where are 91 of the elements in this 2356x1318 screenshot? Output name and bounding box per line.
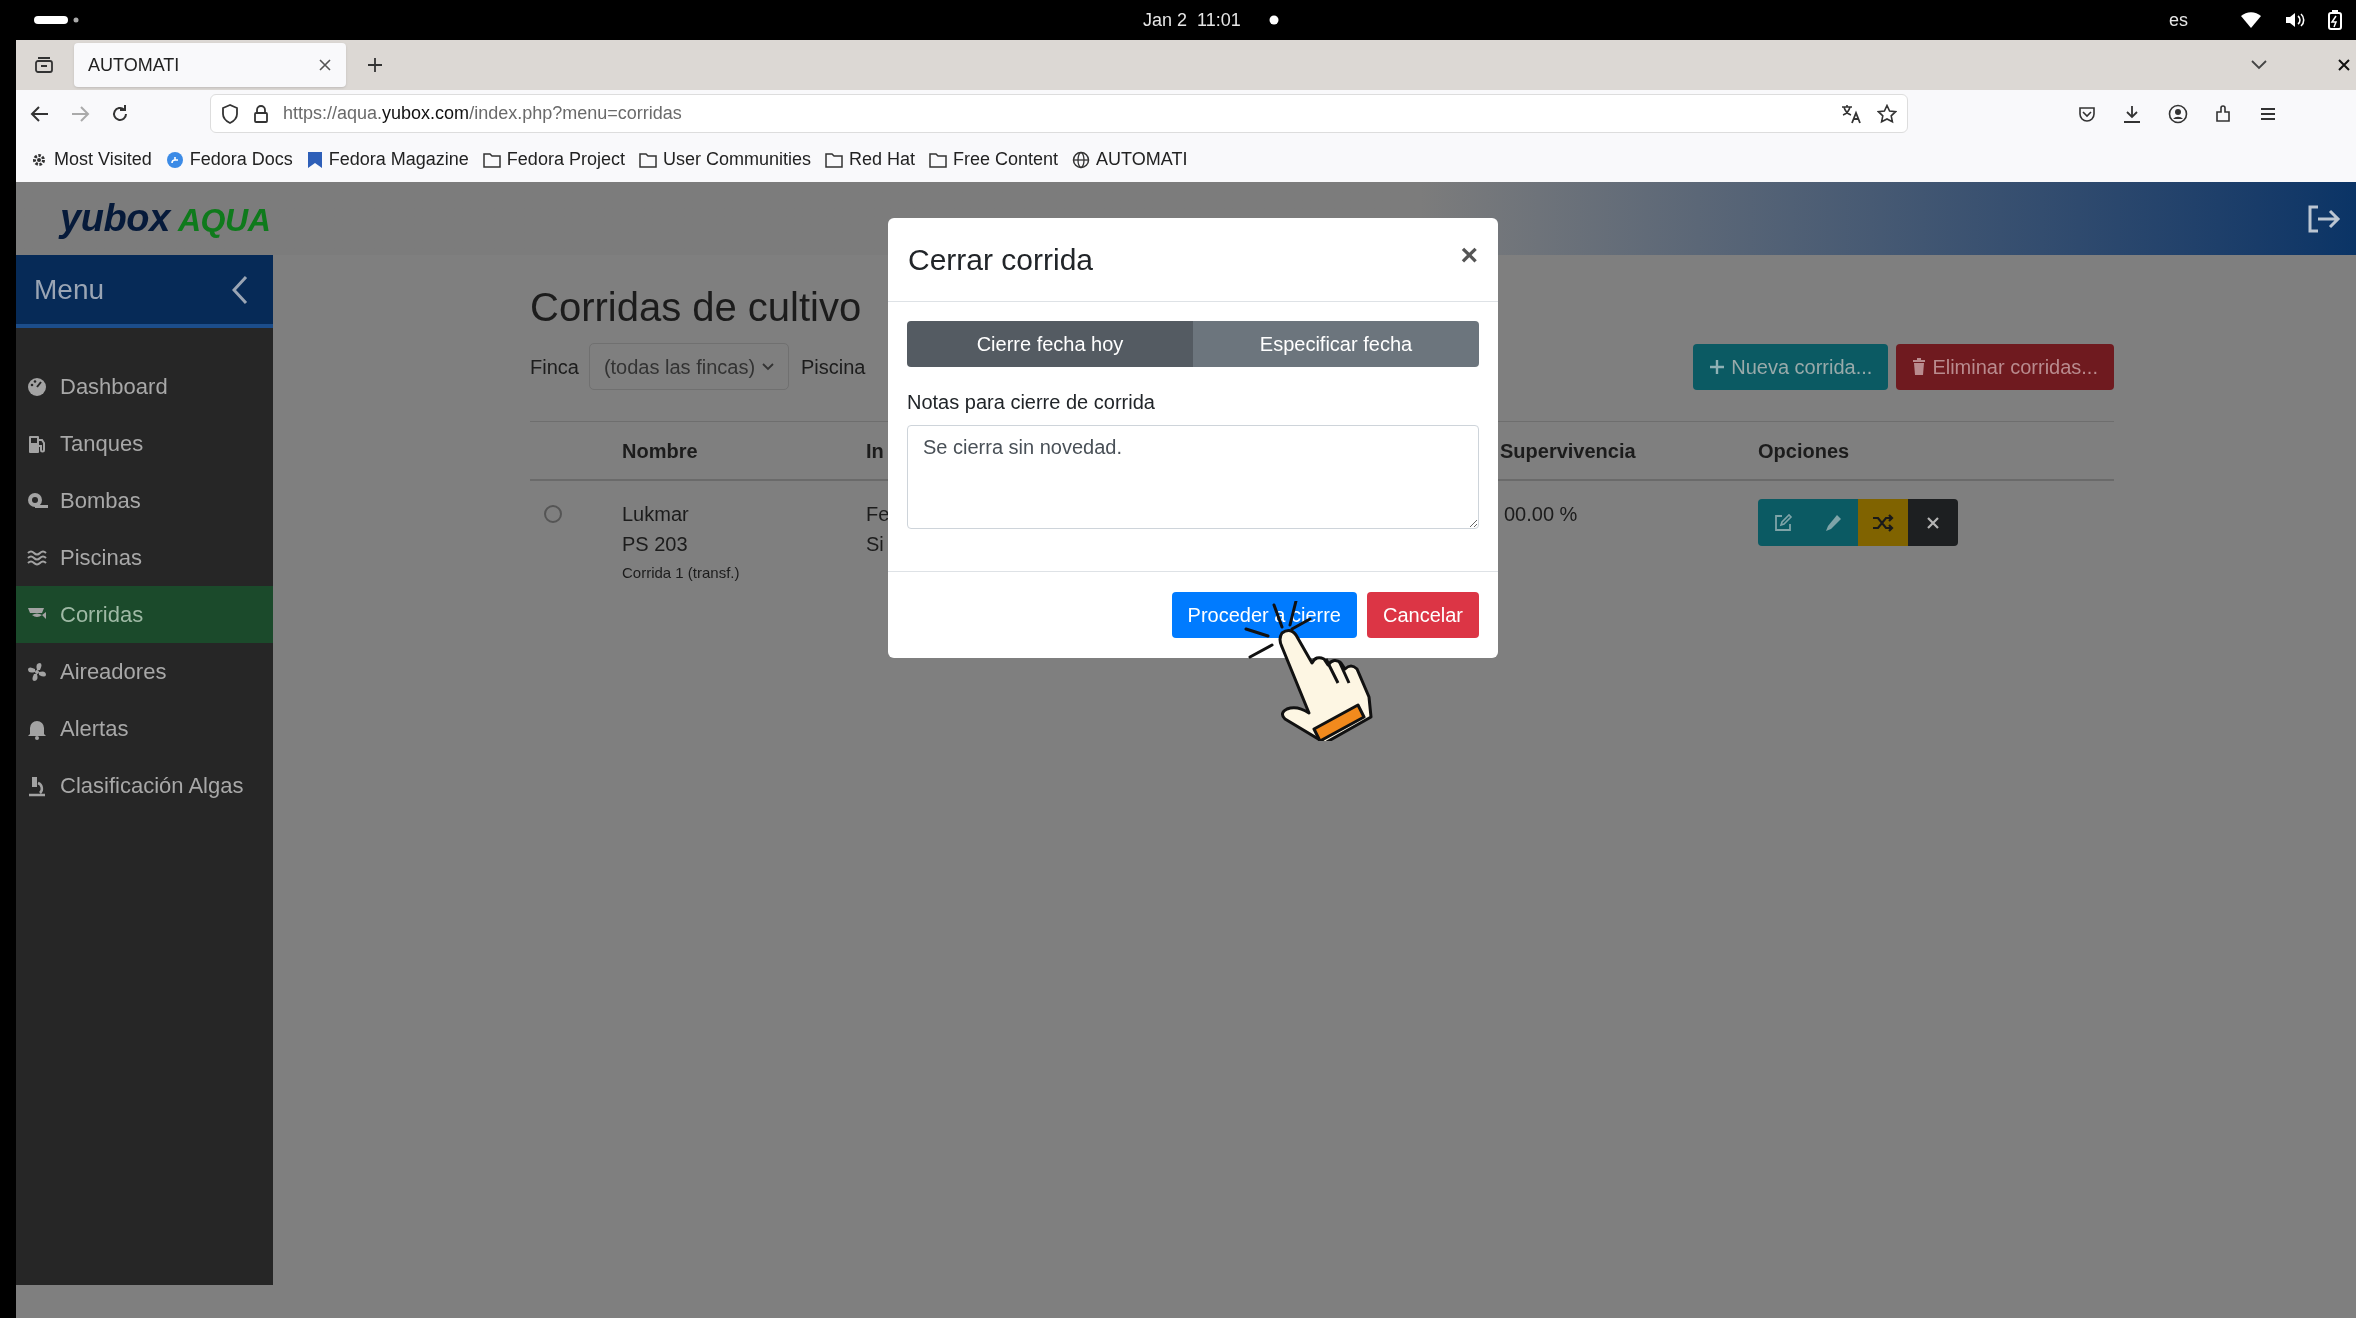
back-arrow-icon: [30, 104, 50, 123]
table-cell-text: Fe: [866, 502, 890, 527]
circle-icon: [165, 150, 184, 169]
url-text: https://aqua.yubox.com/index.php?menu=corridas: [283, 102, 683, 125]
edit-icon: [1773, 512, 1793, 533]
wifi-icon: [2240, 11, 2262, 29]
logout-icon: [2306, 203, 2342, 234]
gauge-icon: [26, 375, 48, 398]
translate-icon: [1841, 103, 1863, 124]
bookmark-item[interactable]: Free Content: [929, 143, 1059, 176]
filter-label: Piscina: [800, 354, 866, 380]
close-icon: [2338, 59, 2350, 71]
row-radio[interactable]: [544, 505, 562, 523]
account-icon: [2168, 103, 2188, 124]
table-cell-text: PS 203: [622, 532, 688, 557]
dialog-title: Cerrar corrida: [908, 242, 1095, 278]
fan-icon: [26, 660, 48, 683]
app-logo[interactable]: yubox AQUA: [60, 190, 271, 247]
date-option-tab[interactable]: Cierre fecha hoy: [907, 321, 1193, 367]
delete-runs-button[interactable]: Eliminar corridas...: [1896, 343, 2114, 390]
tab-list-icon: [34, 56, 54, 74]
bookmark-item[interactable]: Most Visited: [30, 143, 152, 176]
folder-icon: [824, 151, 843, 168]
filter-label: Finca: [530, 354, 579, 380]
sidebar-item[interactable]: Clasificación Algas: [16, 757, 273, 814]
pocket-icon: [2078, 104, 2096, 123]
notes-field[interactable]: Se cierra sin novedad.: [907, 425, 1479, 529]
chevron-down-icon: [2250, 59, 2268, 71]
microscope-icon: [26, 774, 48, 797]
sidebar-item[interactable]: Alertas: [16, 700, 273, 757]
folder-icon: [929, 151, 947, 168]
shuffle-icon: [1872, 513, 1894, 532]
plus-icon: [1709, 358, 1726, 375]
globe-icon: [1072, 150, 1091, 169]
bookmark-icon: [306, 150, 323, 169]
close-button[interactable]: ×: [1460, 239, 1478, 270]
clock-date[interactable]: Jan 2: [1143, 6, 1188, 34]
menu-icon: [2260, 106, 2276, 121]
pencil-icon: [1823, 512, 1843, 533]
trash-icon: [1912, 357, 1927, 376]
folder-icon: [482, 151, 501, 168]
notes-label: Notas para cierre de corrida: [907, 390, 1156, 415]
column-header: Opciones: [1758, 439, 1850, 462]
sidebar-item[interactable]: Piscinas: [16, 529, 273, 586]
date-option-tab[interactable]: Especificar fecha: [1193, 321, 1479, 367]
reload-icon: [110, 103, 130, 124]
bookmark-item[interactable]: User Communities: [638, 143, 811, 176]
bookmark-item[interactable]: AUTOMATI: [1072, 143, 1188, 176]
transfer-button[interactable]: [1858, 499, 1908, 546]
address-bar[interactable]: https://aqua.yubox.com/index.php?menu=corridas: [210, 94, 1908, 133]
battery-icon: [2328, 10, 2342, 30]
column-header: In: [866, 439, 884, 462]
lock-icon: [253, 103, 269, 124]
keyboard-language[interactable]: es: [2169, 6, 2188, 34]
column-header: Nombre: [622, 439, 698, 462]
table-cell-text: Si: [866, 532, 884, 557]
volume-icon: [2284, 11, 2306, 29]
forward-arrow-icon: [70, 104, 90, 123]
menu-title: Menu: [34, 272, 106, 307]
bookmark-item[interactable]: Fedora Docs: [165, 143, 293, 176]
activities-icon: [34, 15, 80, 25]
edit-button[interactable]: [1758, 499, 1808, 546]
star-icon: [1877, 103, 1897, 124]
plus-icon: [367, 57, 383, 73]
download-icon: [2122, 103, 2142, 124]
sidebar-item[interactable]: Corridas: [16, 586, 273, 643]
chevron-left-icon: [232, 274, 248, 305]
delete-button[interactable]: [1908, 499, 1958, 546]
tool-button[interactable]: [1808, 499, 1858, 546]
tab-title: AUTOMATI: [88, 53, 181, 77]
bookmark-item[interactable]: Fedora Project: [482, 143, 625, 176]
caret-icon: [761, 362, 774, 371]
bookmark-item[interactable]: Red Hat: [824, 143, 915, 176]
close-icon: [1926, 515, 1940, 530]
sidebar-item[interactable]: Bombas: [16, 472, 273, 529]
table-cell: 00.00 %: [1504, 503, 1578, 525]
sidebar-item[interactable]: Aireadores: [16, 643, 273, 700]
close-icon: [318, 58, 332, 72]
sidebar-item[interactable]: Tanques: [16, 415, 273, 472]
page-title: Corridas de cultivo: [530, 284, 863, 331]
notification-dot-icon: [1268, 15, 1279, 25]
clock-time[interactable]: 11:01: [1197, 6, 1241, 34]
shield-icon: [221, 103, 239, 124]
browser-tab[interactable]: AUTOMATI: [74, 43, 346, 87]
table-cell-text: Lukmar: [622, 502, 689, 527]
table-cell-text: Corrida 1 (transf.): [622, 563, 740, 583]
sidebar-item[interactable]: Dashboard: [16, 358, 273, 415]
cancel-button[interactable]: Cancelar: [1366, 592, 1479, 638]
column-header: Supervivencia: [1500, 439, 1636, 462]
folder-icon: [638, 151, 657, 168]
bookmark-item[interactable]: Fedora Magazine: [306, 143, 469, 176]
